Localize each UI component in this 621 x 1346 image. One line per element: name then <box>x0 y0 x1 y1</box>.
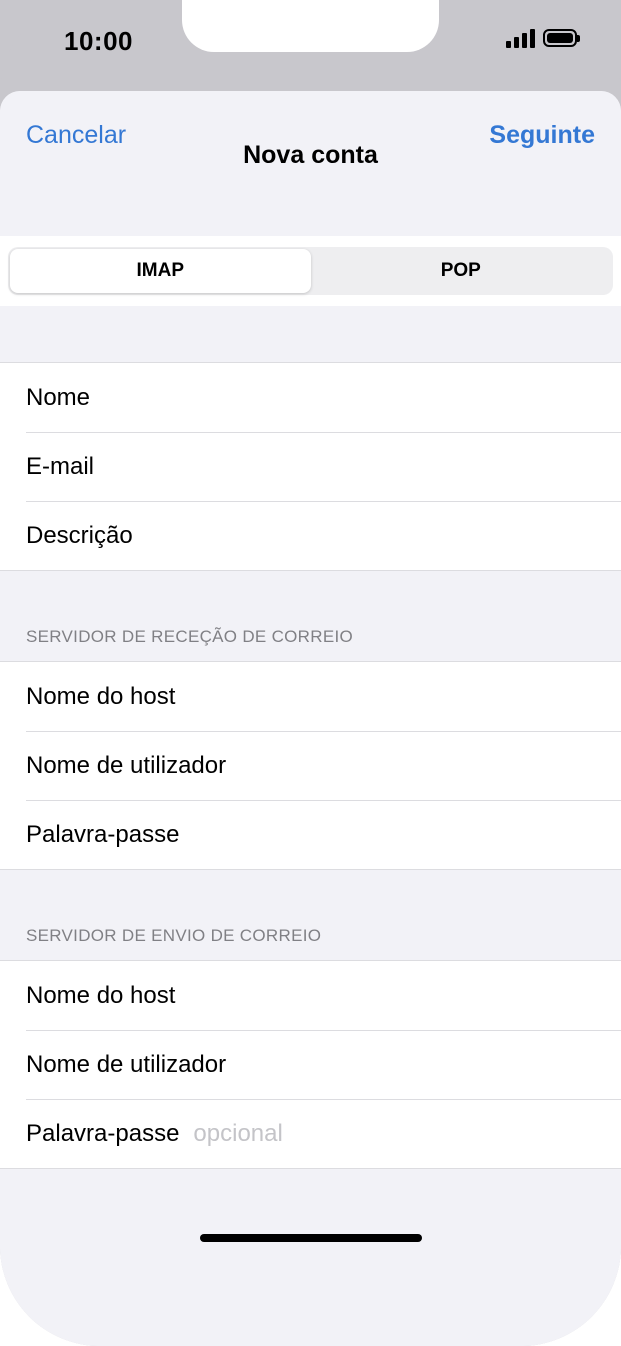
status-icons <box>506 28 580 48</box>
incoming-section-header: SERVIDOR DE RECEÇÃO DE CORREIO <box>0 571 621 661</box>
incoming-host-label: Nome do host <box>26 682 176 710</box>
navigation-bar: Cancelar Nova conta Seguinte <box>0 91 621 236</box>
description-label: Descrição <box>26 521 133 549</box>
description-field[interactable] <box>146 515 621 556</box>
incoming-section-title: SERVIDOR DE RECEÇÃO DE CORREIO <box>26 627 354 646</box>
segment-pop[interactable]: POP <box>311 249 612 293</box>
device-frame: 10:00 Cancelar Nova conta Seguinte IMAP … <box>0 0 621 1346</box>
outgoing-password-field[interactable] <box>193 1113 621 1154</box>
battery-icon <box>543 29 580 47</box>
description-row[interactable]: Descrição <box>0 501 621 570</box>
outgoing-user-field[interactable] <box>240 1044 621 1085</box>
email-field[interactable] <box>108 446 621 487</box>
outgoing-section-title: SERVIDOR DE ENVIO DE CORREIO <box>26 926 322 945</box>
outgoing-user-label: Nome de utilizador <box>26 1050 227 1078</box>
outgoing-host-row[interactable]: Nome do host <box>0 961 621 1030</box>
outgoing-host-field[interactable] <box>189 975 621 1016</box>
name-row[interactable]: Nome <box>0 363 621 432</box>
status-time: 10:00 <box>64 26 133 56</box>
incoming-password-field[interactable] <box>193 814 621 855</box>
protocol-selector-container: IMAP POP <box>0 236 621 306</box>
email-row[interactable]: E-mail <box>0 432 621 501</box>
new-account-sheet: Cancelar Nova conta Seguinte IMAP POP No… <box>0 91 621 1346</box>
incoming-host-field[interactable] <box>189 676 621 717</box>
account-info-group: Nome E-mail Descrição <box>0 362 621 571</box>
outgoing-user-row[interactable]: Nome de utilizador <box>0 1030 621 1099</box>
incoming-password-label: Palavra-passe <box>26 820 180 848</box>
outgoing-server-group: Nome do host Nome de utilizador Palavra-… <box>0 960 621 1169</box>
incoming-user-row[interactable]: Nome de utilizador <box>0 731 621 800</box>
outgoing-section-header: SERVIDOR DE ENVIO DE CORREIO <box>0 870 621 960</box>
incoming-user-field[interactable] <box>240 745 621 786</box>
segment-imap[interactable]: IMAP <box>10 249 311 293</box>
incoming-host-row[interactable]: Nome do host <box>0 662 621 731</box>
email-label: E-mail <box>26 452 95 480</box>
notch <box>182 0 439 52</box>
outgoing-host-label: Nome do host <box>26 981 176 1009</box>
next-button[interactable]: Seguinte <box>489 121 595 150</box>
outgoing-password-label: Palavra-passe <box>26 1119 180 1147</box>
outgoing-password-row[interactable]: Palavra-passe <box>0 1099 621 1168</box>
signal-icon <box>506 28 535 48</box>
incoming-password-row[interactable]: Palavra-passe <box>0 800 621 869</box>
name-field[interactable] <box>104 377 621 418</box>
home-indicator[interactable] <box>200 1234 422 1242</box>
incoming-user-label: Nome de utilizador <box>26 751 227 779</box>
protocol-segmented-control: IMAP POP <box>8 247 613 295</box>
incoming-server-group: Nome do host Nome de utilizador Palavra-… <box>0 661 621 870</box>
name-label: Nome <box>26 383 91 411</box>
